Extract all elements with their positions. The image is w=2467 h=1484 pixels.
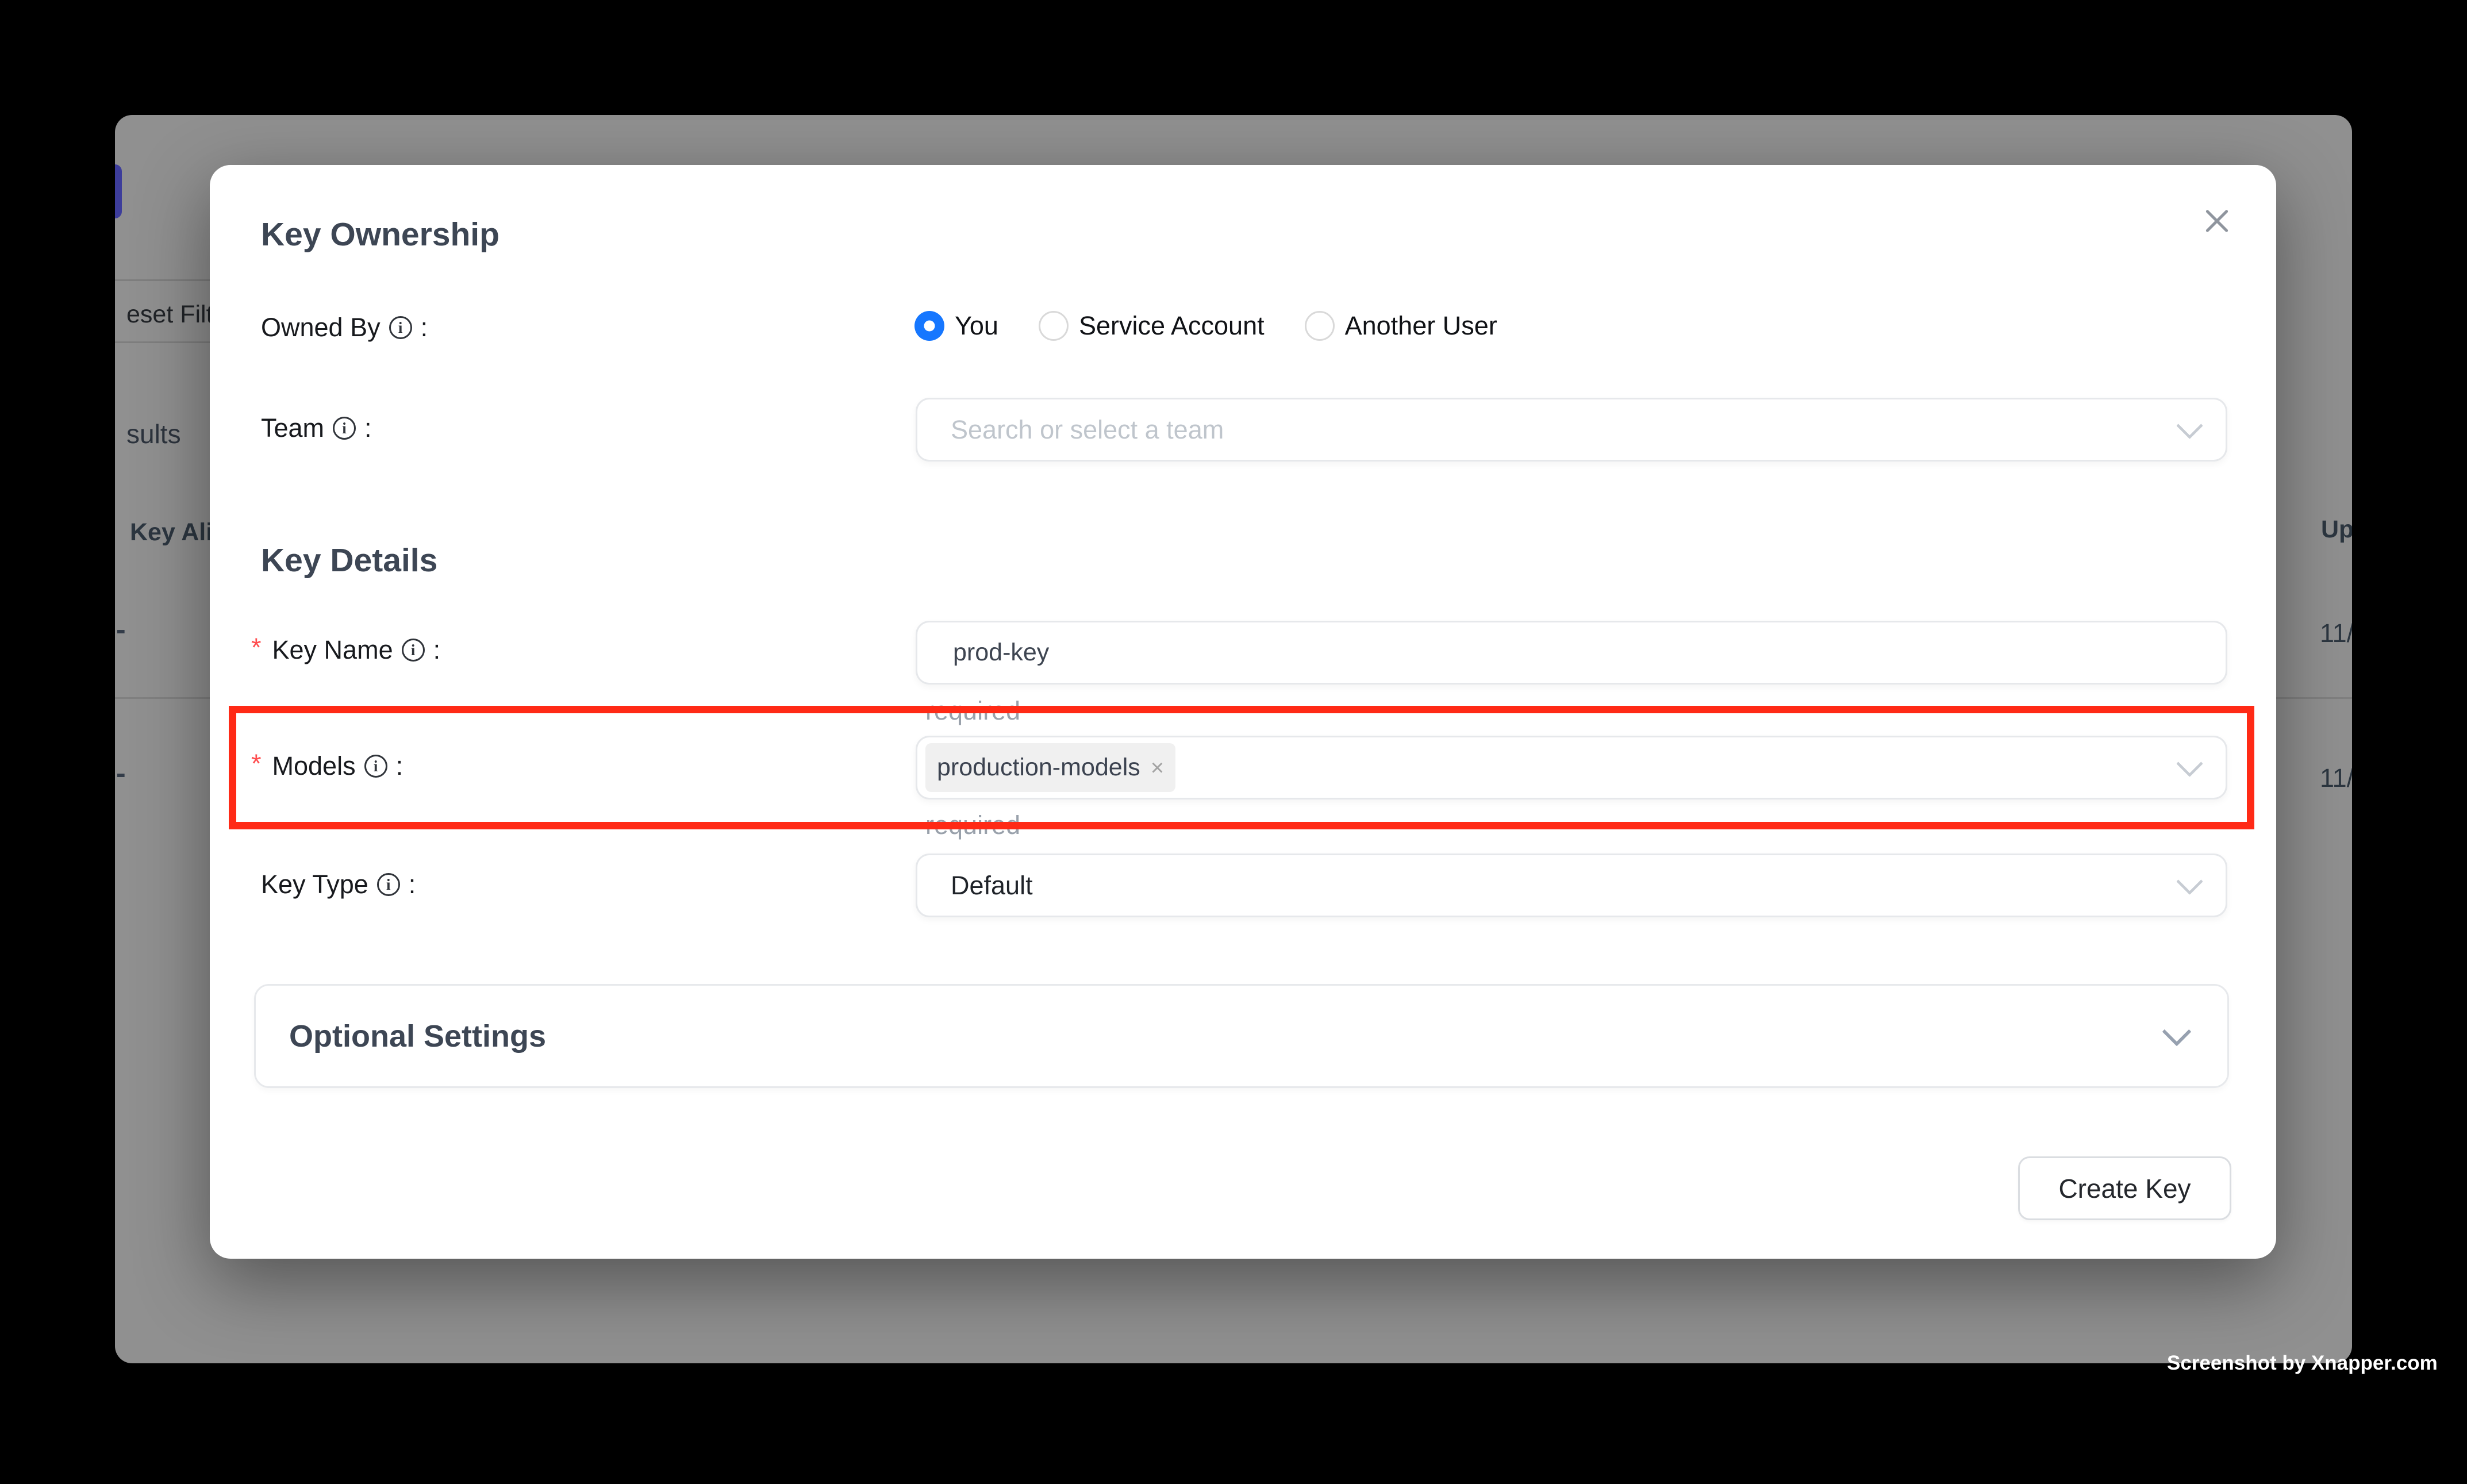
info-icon [389,316,412,339]
radio-option-another-user[interactable]: Another User [1305,311,1497,341]
team-select-placeholder: Search or select a team [951,415,1224,445]
required-asterisk: * [251,633,262,663]
optional-settings-title: Optional Settings [289,1018,546,1054]
reset-filters-button-partial: eset Filt [126,301,213,329]
create-key-modal: Key Ownership Owned By : You Service Acc… [210,165,2276,1259]
table-row-divider-right [2275,697,2352,699]
key-type-label: Key Type : [261,870,416,899]
radio-option-service-account[interactable]: Service Account [1039,311,1265,341]
models-label-text: Models [272,751,356,781]
label-colon: : [409,870,416,899]
radio-label: You [955,311,998,341]
chevron-down-icon [2176,868,2203,895]
chevron-down-icon [2176,750,2203,777]
key-type-select[interactable]: Default [916,854,2227,917]
radio-unchecked-icon[interactable] [1039,311,1069,341]
table-cell-key-alias-row1: - [116,613,126,646]
info-icon [377,873,400,896]
key-details-title: Key Details [261,541,437,579]
watermark-text: Screenshot by Xnapper.com [2167,1352,2438,1375]
create-key-button-fragment [115,164,122,218]
selected-model-tag: production-models × [925,743,1175,792]
team-label: Team : [261,413,372,443]
table-row-divider-left [115,697,210,699]
radio-unchecked-icon[interactable] [1305,311,1335,341]
key-name-label: * Key Name : [251,635,440,665]
modal-title: Key Ownership [261,216,499,253]
team-label-text: Team [261,413,324,443]
key-name-value: prod-key [953,639,1049,667]
key-name-label-text: Key Name [272,635,393,665]
info-icon [333,417,356,440]
label-colon: : [433,635,441,665]
radio-checked-icon[interactable] [914,311,944,341]
required-asterisk: * [251,749,262,779]
screenshot-canvas: eset Filt sults Key Alia - - Up 11/ 11/ … [0,0,2467,1484]
team-select[interactable]: Search or select a team [916,398,2227,462]
radio-label: Another User [1345,311,1497,341]
key-name-input[interactable]: prod-key [916,621,2227,685]
reset-filters-button-bottom-border [115,341,210,343]
owned-by-radio-group: You Service Account Another User [914,309,1497,343]
table-cell-key-alias-row2: - [116,756,126,790]
label-colon: : [396,751,404,781]
optional-settings-header[interactable]: Optional Settings [254,984,2229,1088]
models-label: * Models : [251,751,403,781]
results-count-partial: sults [126,418,181,449]
owned-by-label: Owned By : [261,313,428,343]
models-validation-text: required [925,810,1020,840]
key-type-label-text: Key Type [261,870,368,899]
table-cell-updated-row1: 11/ [2320,618,2352,648]
chevron-down-icon [2162,1017,2192,1046]
key-type-value: Default [951,871,1033,901]
label-colon: : [421,313,428,343]
remove-tag-icon[interactable]: × [1151,756,1164,779]
chevron-down-icon [2176,412,2203,439]
radio-label: Service Account [1079,311,1265,341]
create-key-button[interactable]: Create Key [2018,1156,2231,1220]
info-icon [364,755,387,778]
label-colon: : [364,413,372,443]
reset-filters-button-top-border [115,279,210,281]
owned-by-label-text: Owned By [261,313,381,343]
models-select[interactable]: production-models × [916,736,2227,799]
key-name-validation-text: required [925,696,1020,726]
radio-option-you[interactable]: You [914,311,998,341]
info-icon [402,639,425,662]
close-icon[interactable] [2197,202,2237,241]
table-cell-updated-row2: 11/ [2320,763,2352,793]
column-header-updated: Up [2321,516,2352,544]
selected-model-tag-label: production-models [937,753,1140,782]
